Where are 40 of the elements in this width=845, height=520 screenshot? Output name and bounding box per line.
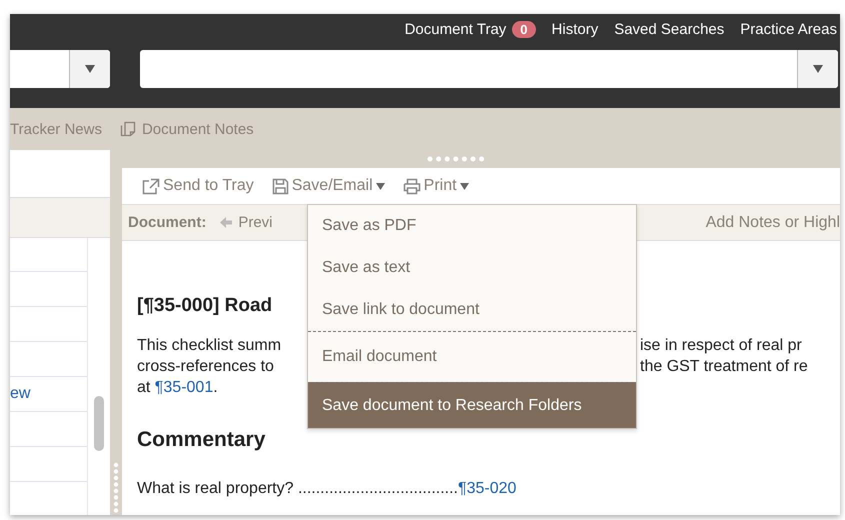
reference-link[interactable]: ¶35-001	[154, 379, 214, 396]
menu-item[interactable]: Save as PDF	[308, 205, 636, 247]
tab[interactable]: Document Notes	[120, 120, 254, 138]
select-field[interactable]	[10, 50, 110, 88]
paragraph-text: cross-references to	[137, 357, 274, 377]
side-link[interactable]: ew	[10, 385, 30, 403]
left-arrow-icon	[220, 217, 232, 228]
document-label: Document:	[128, 214, 206, 231]
section-heading: Commentary	[137, 428, 266, 452]
toolbar-button[interactable]: Send to Tray	[142, 177, 254, 195]
reference-link[interactable]: ¶35-020	[458, 480, 516, 497]
resize-handle[interactable]	[113, 462, 119, 514]
nav-link[interactable]: Practice Areas	[740, 20, 837, 38]
paragraph-text: This checklist summ	[137, 336, 282, 356]
paragraph-text: the GST treatment of re	[640, 357, 808, 377]
menu-item[interactable]: Save document to Research Folders	[308, 382, 636, 428]
caret-icon	[813, 65, 823, 73]
nav-link[interactable]: Document Tray 0	[404, 20, 536, 38]
printer-icon	[402, 178, 421, 194]
nav-link[interactable]: Saved Searches	[614, 20, 724, 38]
share-icon	[142, 178, 160, 194]
document-heading: [¶35-000] Road	[137, 295, 272, 317]
tab[interactable]: Tracker News	[10, 120, 102, 138]
count-badge: 0	[512, 20, 536, 38]
notes-link[interactable]: Add Notes or Highl	[706, 214, 840, 232]
scrollbar-thumb[interactable]	[94, 396, 104, 451]
notes-icon	[120, 121, 136, 137]
toolbar-button[interactable]: Print	[402, 177, 469, 195]
menu-item[interactable]: Save link to document	[308, 289, 636, 331]
caret-icon	[85, 65, 95, 73]
search-field[interactable]	[140, 50, 838, 88]
resize-handle[interactable]	[426, 156, 486, 162]
nav-link[interactable]: History	[552, 20, 598, 38]
previous-link[interactable]: Previ	[220, 214, 273, 231]
menu-item[interactable]: Save as text	[308, 247, 636, 289]
toolbar-button[interactable]: Save/Email	[272, 177, 385, 195]
paragraph-text: ise in respect of real pr	[640, 336, 802, 356]
list-row[interactable]: ew	[10, 377, 88, 412]
paragraph-text: at ¶35-001.	[137, 378, 218, 398]
toc-entry: What is real property? ....................................	[137, 480, 458, 497]
